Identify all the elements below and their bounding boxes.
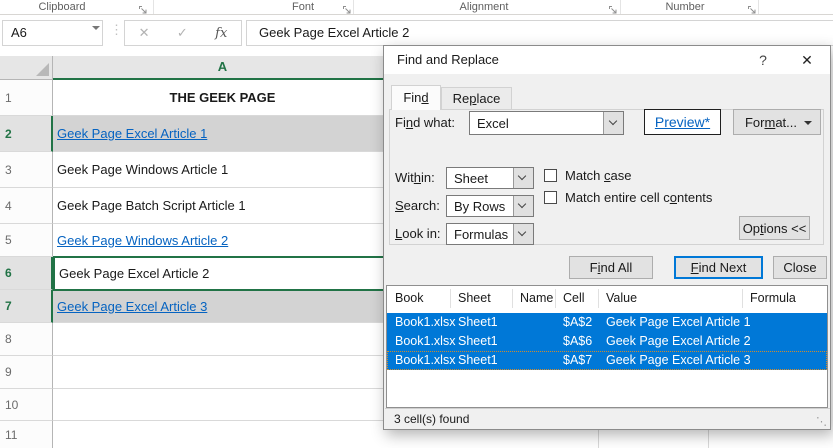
cell-a5[interactable]: Geek Page Windows Article 2 [53,224,392,257]
result-row-1[interactable]: Book1.xlsx Sheet1 $A$2 Geek Page Excel A… [387,313,827,332]
options-button[interactable]: Options << [739,216,810,240]
results-col-name[interactable]: Name [520,286,553,311]
ribbon-group-clipboard-label: Clipboard [38,0,85,14]
look-in-label: Look in: [395,223,441,245]
ribbon-group-alignment-label: Alignment [460,0,509,14]
cell-a6-active[interactable]: Geek Page Excel Article 2 [53,256,393,291]
look-in-value: Formulas [454,224,508,244]
search-select[interactable]: By Rows [446,195,534,217]
chevron-down-icon[interactable] [513,168,533,188]
match-entire-cell-label: Match entire cell contents [565,187,712,209]
dialog-status-bar: 3 cell(s) found ⋱ [385,408,830,429]
within-label: Within: [395,167,435,189]
find-replace-dialog: Find and Replace ? ✕ Find Replace Find w… [383,45,831,430]
cell-a9[interactable] [53,356,392,389]
within-select[interactable]: Sheet [446,167,534,189]
cell-a11[interactable] [53,421,392,448]
cell-a4[interactable]: Geek Page Batch Script Article 1 [53,188,392,224]
results-col-sheet[interactable]: Sheet [458,286,491,311]
find-next-button[interactable]: Find Next [674,256,763,279]
resize-grip-icon[interactable]: ⋱ [816,417,827,428]
result-row-2[interactable]: Book1.xlsx Sheet1 $A$6 Geek Page Excel A… [387,332,827,351]
ribbon-group-divider [153,0,154,14]
row-header-3[interactable]: 3 [0,152,53,188]
row-header-4[interactable]: 4 [0,188,53,224]
cell-a10[interactable] [53,389,392,421]
results-col-cell[interactable]: Cell [563,286,585,311]
alignment-dialog-launcher-icon[interactable] [608,2,618,12]
find-what-value: Excel [477,112,509,134]
formula-input[interactable]: Geek Page Excel Article 2 [246,20,833,46]
search-label: Search: [395,195,440,217]
column-header-a[interactable]: A [53,56,392,80]
results-col-formula[interactable]: Formula [750,286,796,311]
row-header-9[interactable]: 9 [0,356,53,389]
confirm-entry-button[interactable]: ✓ [177,25,188,41]
result-row-3[interactable]: Book1.xlsx Sheet1 $A$7 Geek Page Excel A… [387,351,827,370]
cell-a2[interactable]: Geek Page Excel Article 1 [53,116,392,152]
match-case-label: Match case [565,165,631,187]
cell-a3[interactable]: Geek Page Windows Article 1 [53,152,392,188]
cell-a1[interactable]: THE GEEK PAGE [53,80,392,116]
close-button[interactable]: Close [773,256,827,279]
cell-a8[interactable] [53,323,392,356]
dialog-titlebar: Find and Replace ? ✕ [384,46,830,74]
tab-find[interactable]: Find [391,85,441,110]
insert-function-button[interactable]: fx [215,26,227,41]
preview-button[interactable]: Preview* [644,109,721,135]
match-case-checkbox[interactable] [544,169,557,182]
status-text: 3 cell(s) found [394,409,469,429]
results-col-value[interactable]: Value [606,286,637,311]
chevron-down-icon[interactable] [603,112,623,134]
select-all-corner[interactable] [0,56,53,80]
row-header-11[interactable]: 11 [0,421,53,448]
name-box-dropdown-icon[interactable] [92,26,100,30]
clipboard-dialog-launcher-icon[interactable] [138,2,148,12]
results-table: Book Sheet Name Cell Value Formula Book1… [386,285,828,408]
close-icon[interactable]: ✕ [794,50,820,70]
search-value: By Rows [454,196,505,216]
find-what-label: Find what: [395,112,455,134]
help-icon[interactable]: ? [754,50,772,70]
cancel-entry-button[interactable]: ✕ [139,25,150,41]
name-box[interactable]: A6 [2,20,103,46]
find-all-button[interactable]: Find All [569,256,653,279]
dialog-title: Find and Replace [397,46,499,74]
ribbon-group-number-label: Number [665,0,704,14]
within-value: Sheet [454,168,488,188]
cell-a7[interactable]: Geek Page Excel Article 3 [53,290,392,323]
chevron-down-icon[interactable] [513,196,533,216]
ribbon-group-divider [353,0,354,14]
tab-replace[interactable]: Replace [441,87,512,110]
font-dialog-launcher-icon[interactable] [342,2,352,12]
look-in-select[interactable]: Formulas [446,223,534,245]
number-dialog-launcher-icon[interactable] [747,2,757,12]
row-header-5[interactable]: 5 [0,224,53,257]
chevron-down-icon[interactable] [513,224,533,244]
format-dropdown-icon[interactable] [804,121,812,125]
format-button[interactable]: Format... [733,109,821,135]
cell-a6-link[interactable]: Geek Page Excel Article 2 [59,266,209,281]
select-all-triangle-icon [36,63,49,76]
results-col-book[interactable]: Book [395,286,424,311]
ribbon-group-font-label: Font [292,0,314,14]
formula-bar-buttons: ✕ ✓ fx [124,20,242,46]
row-header-8[interactable]: 8 [0,323,53,356]
row-header-1[interactable]: 1 [0,80,53,116]
row-header-6[interactable]: 6 [0,257,53,290]
find-what-combobox[interactable]: Excel [469,111,624,135]
ribbon-group-divider [620,0,621,14]
row-header-2[interactable]: 2 [0,116,53,152]
ribbon-group-divider [758,0,759,14]
ribbon-strip: Clipboard Font Alignment Number [0,0,833,15]
formula-bar-separator-dots: ⋮ [110,22,123,38]
match-entire-cell-checkbox[interactable] [544,191,557,204]
row-header-7[interactable]: 7 [0,290,53,323]
row-header-10[interactable]: 10 [0,389,53,421]
